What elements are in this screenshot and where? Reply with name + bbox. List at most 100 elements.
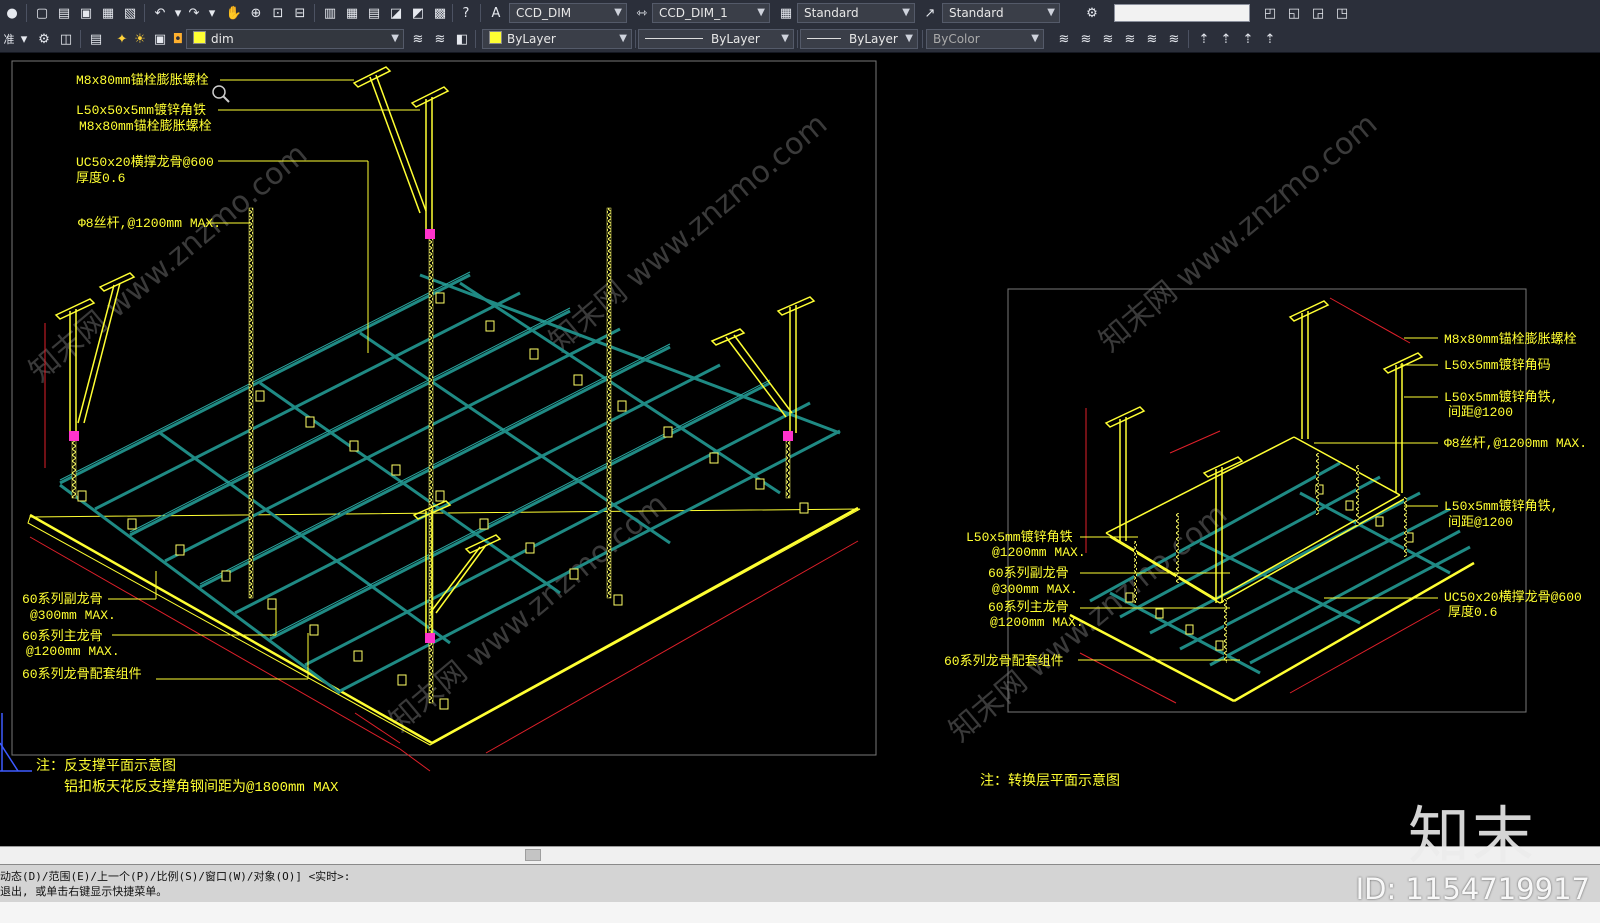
dimension-style-combo[interactable]: CCD_DIM_1 ▼ [652, 3, 770, 23]
pan-hand-icon[interactable]: ✋ [224, 3, 244, 23]
scrollbar-thumb[interactable] [525, 849, 541, 861]
plotstyle-combo[interactable]: ByColor ▼ [926, 29, 1044, 49]
layer-walk-icon[interactable]: ◲ [1308, 3, 1328, 23]
table-style-value: Standard [804, 6, 859, 20]
layer-match-icon[interactable]: ◧ [452, 29, 472, 49]
sheet-set-icon[interactable]: ◪ [386, 3, 406, 23]
help-icon[interactable]: ? [456, 3, 476, 23]
table-style-combo[interactable]: Standard ▼ [797, 3, 915, 23]
layer-change-icon[interactable]: ≋ [1142, 29, 1162, 49]
horizontal-scrollbar[interactable] [0, 846, 1600, 864]
layer-state-a-icon[interactable]: ⇡ [1194, 29, 1214, 49]
chevron-down-icon: ▼ [902, 7, 910, 18]
command-history-line: 动态(D)/范围(E)/上一个(P)/比例(S)/窗口(W)/对象(O)] <实… [0, 870, 351, 883]
left-main-runners [59, 273, 841, 693]
zoom-previous-icon[interactable]: ⊟ [290, 3, 310, 23]
app-menu-icon[interactable]: ● [2, 3, 22, 23]
multileader-style-value: Standard [949, 6, 1004, 20]
chevron-down-icon: ▼ [391, 33, 399, 44]
lineweight-combo[interactable]: ByLayer ▼ [800, 29, 918, 49]
color-value: ByLayer [507, 32, 556, 46]
model-space-canvas[interactable]: 知末网 www.znzmo.com 知末网 www.znzmo.com 知末网 … [0, 53, 1600, 846]
lightbulb-icon[interactable]: ✦ [112, 29, 132, 49]
separator [1188, 30, 1189, 48]
save-icon[interactable]: ▣ [76, 3, 96, 23]
dimension-style-icon[interactable]: ⇿ [632, 3, 652, 23]
layers-properties-toolbar: 准 ▾ ⚙ ◫ ▤ ✦ ☀ ▣ ◘ dim ▼ ≋ ≋ ◧ ByLayer ▼ By… [0, 26, 1600, 53]
layer-properties-icon[interactable]: ▤ [86, 29, 106, 49]
linetype-preview [645, 38, 703, 39]
plot-preview-icon[interactable]: ▧ [120, 3, 140, 23]
redo-dropdown-icon[interactable]: ▾ [204, 3, 220, 23]
zoom-realtime-icon[interactable]: ⊕ [246, 3, 266, 23]
label-angle-iron: L50x50x5mm镀锌角铁 [76, 102, 206, 118]
chevron-down-icon: ▼ [614, 7, 622, 18]
layer-previous-icon[interactable]: ≋ [430, 29, 450, 49]
workspace-settings-icon[interactable]: ⚙ [1082, 3, 1102, 23]
left-cross-runners [59, 273, 841, 695]
properties-icon[interactable]: ▥ [320, 3, 340, 23]
layer-name: dim [211, 32, 234, 46]
linetype-combo[interactable]: ByLayer ▼ [638, 29, 794, 49]
id-watermark: ID: 1154719917 [1355, 872, 1590, 906]
text-style-icon[interactable]: A [486, 3, 506, 23]
layer-merge-icon[interactable]: ◳ [1332, 3, 1352, 23]
separator [452, 4, 453, 22]
gear-icon[interactable]: ⚙ [34, 29, 54, 49]
workspace-dropdown-icon[interactable]: ▾ [16, 29, 32, 49]
new-file-icon[interactable]: ▢ [32, 3, 52, 23]
multileader-style-combo[interactable]: Standard ▼ [942, 3, 1060, 23]
lock-icon[interactable]: ◘ [168, 29, 188, 49]
separator [480, 4, 481, 22]
label-anchor-bolt: M8x80mm锚栓膨胀螺栓 [76, 73, 209, 88]
layer-state-d-icon[interactable]: ⇡ [1260, 29, 1280, 49]
ucs-icon [0, 713, 32, 772]
layer-state-icon[interactable]: ◰ [1260, 3, 1280, 23]
color-swatch [489, 31, 502, 44]
redo-icon[interactable]: ↷ [184, 3, 204, 23]
left-clips [77, 292, 809, 710]
r-label-angle-iron-3: L50x5mm镀锌角铁 [966, 529, 1073, 545]
layer-isolate-icon[interactable]: ◱ [1284, 3, 1304, 23]
label-secondary-spacing: @300mm MAX. [30, 608, 116, 623]
right-labels: M8x80mm锚栓膨胀螺栓 L50x5mm镀锌角码 L50x5mm镀锌角铁, 间… [944, 332, 1587, 669]
zoom-window-icon[interactable]: ⊡ [268, 3, 288, 23]
print-icon[interactable]: ▦ [98, 3, 118, 23]
layer-off-icon[interactable]: ≋ [1054, 29, 1074, 49]
label-main-spacing: @1200mm MAX. [26, 644, 120, 659]
freeze-viewport-icon[interactable]: ▣ [150, 29, 170, 49]
layer-state-c-icon[interactable]: ⇡ [1238, 29, 1258, 49]
label-main-runner: 60系列主龙骨 [22, 629, 103, 644]
r-label-secondary-spacing: @300mm MAX. [992, 582, 1078, 597]
make-current-layer-icon[interactable]: ≋ [408, 29, 428, 49]
layer-copy-icon[interactable]: ≋ [1164, 29, 1184, 49]
r-label-angle-iron-2-spacing: 间距@1200 [1448, 515, 1513, 530]
left-notes: 注：反支撑平面示意图 铝扣板天花反支撑角钢间距为@1800mm MAX [36, 757, 339, 796]
dimension-style-value: CCD_DIM_1 [659, 6, 728, 20]
layer-lock-icon[interactable]: ≋ [1120, 29, 1140, 49]
calculator-icon[interactable]: ▩ [430, 3, 450, 23]
layer-isolate-icon[interactable]: ≋ [1076, 29, 1096, 49]
left-angle-supports [54, 66, 816, 643]
zoom-cursor-handle [222, 95, 230, 103]
layer-state-b-icon[interactable]: ⇡ [1216, 29, 1236, 49]
sun-icon[interactable]: ☀ [130, 29, 150, 49]
open-file-icon[interactable]: ▤ [54, 3, 74, 23]
multileader-style-icon[interactable]: ↗ [920, 3, 940, 23]
chevron-down-icon: ▼ [905, 33, 913, 44]
text-style-combo[interactable]: CCD_DIM ▼ [509, 3, 627, 23]
color-combo[interactable]: ByLayer ▼ [482, 29, 632, 49]
design-center-icon[interactable]: ▦ [342, 3, 362, 23]
separator [314, 4, 315, 22]
table-style-icon[interactable]: ▦ [776, 3, 796, 23]
markup-icon[interactable]: ◩ [408, 3, 428, 23]
layer-combo[interactable]: dim ▼ [186, 29, 404, 49]
layer-manager-icon[interactable]: ◫ [56, 29, 76, 49]
undo-icon[interactable]: ↶ [150, 3, 170, 23]
r-label-main-runner: 60系列主龙骨 [988, 600, 1069, 615]
cad-drawing: 知末网 www.znzmo.com 知末网 www.znzmo.com 知末网 … [0, 60, 1587, 796]
search-input[interactable] [1114, 4, 1250, 22]
separator [797, 30, 798, 48]
layer-freeze-icon[interactable]: ≋ [1098, 29, 1118, 49]
tool-palettes-icon[interactable]: ▤ [364, 3, 384, 23]
